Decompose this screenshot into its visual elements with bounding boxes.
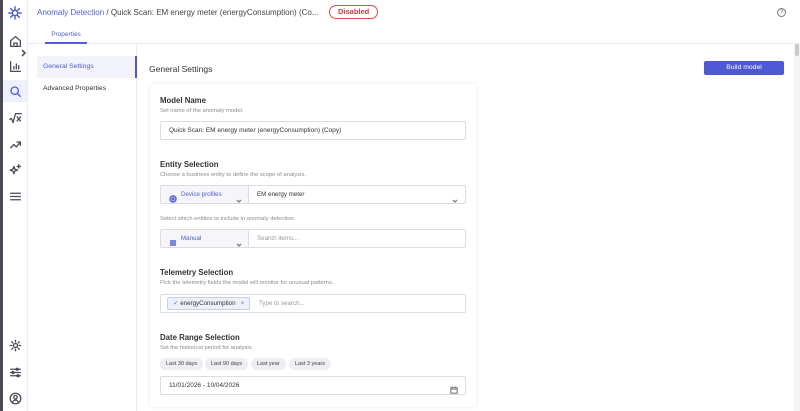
check-icon: ✓ (173, 300, 179, 307)
vertical-scrollbar[interactable] (794, 44, 800, 411)
breadcrumb-current: Quick Scan: EM energy meter (energyConsu… (110, 8, 319, 17)
entity-selection-title: Entity Selection (160, 160, 219, 169)
menu-icon[interactable] (3, 185, 27, 207)
user-icon[interactable] (3, 387, 27, 409)
preset-last-30-days[interactable]: Last 30 days (160, 358, 204, 370)
nav-rail (0, 0, 28, 411)
breadcrumb-link[interactable]: Anomaly Detection (37, 8, 104, 17)
breadcrumb-separator: / (106, 8, 109, 17)
sliders-icon[interactable] (3, 361, 27, 383)
search-icon[interactable] (3, 80, 27, 102)
entity-type-label: Device profiles (181, 191, 222, 198)
trend-icon[interactable] (3, 133, 27, 155)
bar-chart-icon[interactable] (3, 55, 27, 77)
build-model-button[interactable]: Build model (704, 61, 784, 75)
settings-side-menu: General Settings Advanced Properties (28, 44, 137, 411)
include-mode-label: Manual (181, 235, 202, 242)
date-range-description: Set the historical period for analysis. (160, 345, 254, 351)
search-items-input[interactable]: Search items... (257, 230, 298, 247)
settings-card: Model Name Set name of the anomaly model… (150, 84, 476, 407)
status-badge: Disabled (329, 5, 379, 19)
model-name-value: Quick Scan: EM energy meter (energyConsu… (169, 127, 342, 134)
tab-properties[interactable]: Properties (45, 26, 87, 44)
model-name-title: Model Name (160, 96, 206, 105)
sparkles-icon[interactable] (3, 159, 27, 181)
date-range-input[interactable]: 11/01/2026 - 10/04/2026 (160, 376, 466, 395)
include-mode-dropdown[interactable]: Manual (161, 230, 249, 248)
telemetry-selection-title: Telemetry Selection (160, 268, 234, 277)
telemetry-chip[interactable]: ✓ energyConsumption × (167, 297, 251, 310)
side-item-general-settings[interactable]: General Settings (37, 56, 137, 78)
telemetry-search-input[interactable]: Type to search... (259, 295, 305, 312)
telemetry-chip-label: energyConsumption (180, 300, 236, 307)
entity-type-dropdown[interactable]: Device profiles (161, 186, 249, 204)
device-profile-icon (169, 190, 177, 203)
preset-last-90-days[interactable]: Last 90 days (205, 358, 249, 370)
entity-select[interactable]: Device profiles EM energy meter (160, 185, 466, 204)
side-item-advanced-properties[interactable]: Advanced Properties (37, 78, 137, 100)
date-range-title: Date Range Selection (160, 333, 240, 342)
question-circle-icon[interactable]: ? (777, 8, 786, 17)
chevron-down-icon (236, 235, 242, 248)
tab-bar: Properties (28, 26, 800, 44)
sqrt-icon[interactable] (3, 107, 27, 129)
preset-last-year[interactable]: Last year (251, 358, 286, 370)
calendar-icon[interactable] (450, 381, 458, 394)
scrollbar-thumb[interactable] (795, 44, 799, 56)
chevron-down-icon (452, 191, 458, 204)
include-entities-description: Select which entities to include in anom… (160, 216, 296, 222)
telemetry-selection-description: Pick the telemetry fields the model will… (160, 280, 334, 286)
chevron-down-icon (236, 191, 242, 204)
preset-last-3-years[interactable]: Last 3 years (289, 358, 331, 370)
model-name-description: Set name of the anomaly model. (160, 108, 244, 114)
telemetry-input[interactable]: ✓ energyConsumption × Type to search... (160, 294, 466, 313)
model-name-input[interactable]: Quick Scan: EM energy meter (energyConsu… (160, 121, 466, 140)
entity-selection-description: Choose a business entity to define the s… (160, 172, 306, 178)
gear-icon[interactable] (3, 334, 27, 356)
logo-icon[interactable] (3, 2, 27, 24)
list-icon (169, 234, 177, 246)
date-range-value: 11/01/2026 - 10/04/2026 (169, 382, 240, 389)
breadcrumb: Anomaly Detection / Quick Scan: EM energ… (37, 8, 319, 17)
entity-value: EM energy meter (257, 191, 305, 198)
remove-chip-icon[interactable]: × (241, 300, 245, 307)
page-header: Anomaly Detection / Quick Scan: EM energ… (28, 0, 800, 26)
entities-filter[interactable]: Manual Search items... (160, 229, 466, 248)
page-title: General Settings (149, 64, 213, 74)
app-window: Anomaly Detection / Quick Scan: EM energ… (0, 0, 800, 411)
